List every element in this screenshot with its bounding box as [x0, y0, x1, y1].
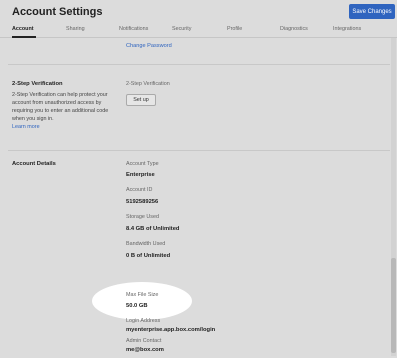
account-type-label: Account Type [126, 161, 159, 167]
admin-contact-label: Admin Contact [126, 338, 162, 344]
account-type-value: Enterprise [126, 172, 155, 178]
two-step-section-title: 2-Step Verification [12, 81, 63, 87]
account-settings-page: Account Settings Save Changes Account Sh… [0, 0, 397, 358]
admin-contact-value: me@box.com [126, 347, 164, 353]
section-divider [8, 150, 390, 151]
max-file-size-highlight [92, 282, 192, 320]
tab-security[interactable]: Security [172, 26, 191, 32]
bandwidth-used-value: 0 B of Unlimited [126, 253, 171, 259]
learn-more-link[interactable]: Learn more [12, 123, 112, 131]
login-address-label: Login Address [126, 318, 161, 324]
account-id-value: 5192589256 [126, 199, 159, 205]
login-address-value: myenterprise.app.box.com/login [126, 327, 216, 333]
page-title: Account Settings [12, 6, 103, 18]
settings-tabs: Account Sharing Notifications Security P… [0, 24, 397, 38]
storage-used-label: Storage Used [126, 214, 159, 220]
account-id-label: Account ID [126, 187, 153, 193]
bandwidth-used-label: Bandwidth Used [126, 241, 166, 247]
section-divider [8, 64, 390, 65]
max-file-size-label: Max File Size [126, 292, 159, 298]
save-changes-button[interactable]: Save Changes [349, 4, 395, 19]
two-step-description: 2-Step Verification can help protect you… [12, 91, 112, 131]
tab-profile[interactable]: Profile [227, 26, 242, 32]
storage-used-value: 8.4 GB of Unlimited [126, 226, 180, 232]
account-details-section-title: Account Details [12, 161, 56, 167]
two-step-field-label: 2-Step Verification [126, 81, 170, 87]
active-tab-indicator [12, 36, 36, 38]
tab-sharing[interactable]: Sharing [66, 26, 85, 32]
set-up-button[interactable]: Set up [126, 94, 156, 106]
tab-notifications[interactable]: Notifications [119, 26, 148, 32]
tab-integrations[interactable]: Integrations [333, 26, 361, 32]
two-step-description-text: 2-Step Verification can help protect you… [12, 92, 109, 122]
max-file-size-value: 50.0 GB [126, 303, 148, 309]
scrollbar-thumb[interactable] [391, 258, 396, 353]
tab-diagnostics[interactable]: Diagnostics [280, 26, 308, 32]
change-password-link[interactable]: Change Password [126, 43, 172, 49]
tab-account[interactable]: Account [12, 26, 34, 32]
